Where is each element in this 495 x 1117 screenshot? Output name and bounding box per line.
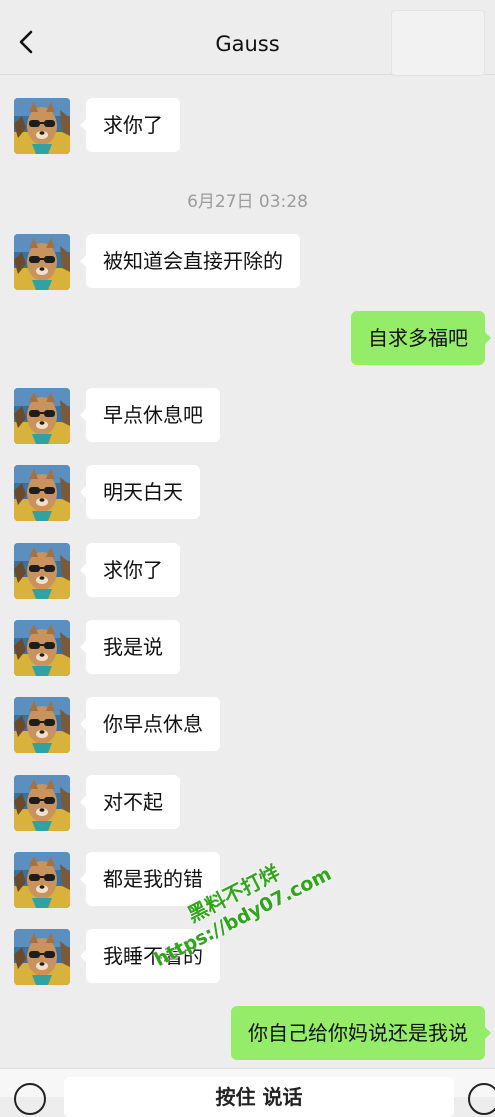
avatar[interactable] [14,775,70,831]
message-bubble[interactable]: 早点休息吧 [80,388,220,442]
nav-bar: Gauss [0,0,495,76]
avatar[interactable] [14,234,70,290]
avatar[interactable] [14,388,70,444]
avatar[interactable] [14,697,70,753]
avatar[interactable] [14,852,70,908]
message-bubble[interactable]: 明天白天 [80,465,200,519]
overlay-box [391,10,485,76]
avatar[interactable] [14,543,70,599]
timestamp: 6月27日 03:28 [187,192,308,212]
message-bubble[interactable]: 求你了 [80,543,180,597]
message-bubble[interactable]: 求你了 [80,98,180,152]
message-row: 被知道会直接开除的 [0,234,495,290]
message-row: 你早点休息 [0,697,495,753]
message-bubble[interactable]: 我是说 [80,620,180,674]
message-bubble[interactable]: 对不起 [80,775,180,829]
hold-to-talk-button[interactable]: 按住 说话 [64,1077,454,1117]
message-row: 求你了 [0,98,495,154]
message-row: 自求多福吧 [0,311,495,367]
message-row: 求你了 [0,543,495,599]
message-bubble[interactable]: 自求多福吧 [351,311,491,365]
avatar[interactable] [14,929,70,985]
message-bubble[interactable]: 你自己给你妈说还是我说 [231,1006,491,1060]
avatar[interactable] [14,620,70,676]
input-bar: 按住 说话 [0,1068,495,1117]
message-row: 明天白天 [0,465,495,521]
voice-icon[interactable] [14,1083,46,1115]
emoji-icon[interactable] [468,1083,495,1115]
message-bubble[interactable]: 你早点休息 [80,697,220,751]
avatar[interactable] [14,98,70,154]
avatar[interactable] [14,465,70,521]
message-row: 你自己给你妈说还是我说 [0,1006,495,1062]
message-row: 早点休息吧 [0,388,495,444]
message-row: 我是说 [0,620,495,676]
message-row: 对不起 [0,775,495,831]
message-bubble[interactable]: 被知道会直接开除的 [80,234,300,288]
